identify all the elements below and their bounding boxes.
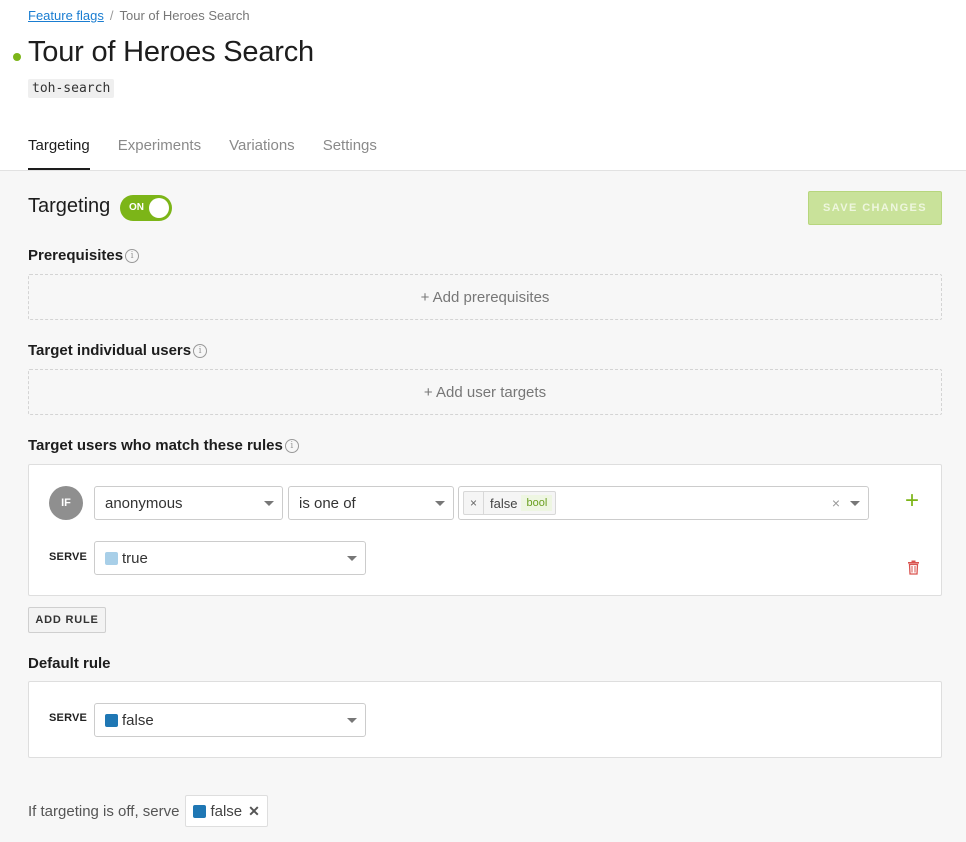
off-variation-text: If targeting is off, serve <box>28 802 180 820</box>
attribute-value: anonymous <box>105 494 183 512</box>
serve-label: SERVE <box>49 712 88 724</box>
tab-settings[interactable]: Settings <box>323 137 377 170</box>
chevron-down-icon <box>347 556 357 561</box>
delete-rule-icon[interactable] <box>907 560 920 580</box>
targeting-panel: Targeting ON SAVE CHANGES Prerequisites … <box>0 171 966 842</box>
flag-key: toh-search <box>28 79 115 98</box>
toggle-knob <box>149 198 169 218</box>
breadcrumb-current: Tour of Heroes Search <box>119 8 250 23</box>
variation-swatch <box>193 804 207 818</box>
prerequisites-heading: Prerequisites i <box>28 247 140 264</box>
breadcrumb-feature-flags-link[interactable]: Feature flags <box>28 8 104 23</box>
rule-serve-select[interactable]: true <box>94 541 366 575</box>
breadcrumb: Feature flags / Tour of Heroes Search <box>28 8 250 23</box>
toggle-state-label: ON <box>129 202 144 213</box>
tab-bar: Targeting Experiments Variations Setting… <box>28 137 377 170</box>
off-variation-row: If targeting is off, serve false ✕ <box>28 795 268 827</box>
add-prerequisites-button[interactable]: + Add prerequisites <box>28 274 942 320</box>
info-icon[interactable]: i <box>284 438 299 453</box>
targeting-heading: Targeting <box>28 195 111 217</box>
add-user-targets-button[interactable]: + Add user targets <box>28 369 942 415</box>
chevron-down-icon <box>850 501 860 506</box>
chevron-down-icon <box>347 718 357 723</box>
operator-value: is one of <box>299 494 356 512</box>
chevron-down-icon <box>264 501 274 506</box>
value-type-badge: bool <box>521 495 553 511</box>
chevron-down-icon <box>435 501 445 506</box>
rules-title: Target users who match these rules <box>28 437 283 454</box>
page-header: Feature flags / Tour of Heroes Search Tour… <box>0 0 966 171</box>
add-rule-button[interactable]: ADD RULE <box>28 607 106 633</box>
if-badge: IF <box>49 486 83 520</box>
remove-value-icon[interactable]: × <box>464 492 485 514</box>
targeting-rule: IF anonymous is one of × false bool × + … <box>28 464 942 596</box>
default-serve-select[interactable]: false <box>94 703 366 737</box>
operator-select[interactable]: is one of <box>288 486 454 520</box>
rules-heading: Target users who match these rules i <box>28 437 299 454</box>
info-icon[interactable]: i <box>125 248 140 263</box>
attribute-select[interactable]: anonymous <box>94 486 283 520</box>
default-serve-value: false <box>122 711 154 729</box>
page-title: Tour of Heroes Search <box>28 36 314 68</box>
breadcrumb-separator: / <box>109 8 114 23</box>
value-chip: × false bool <box>463 491 557 515</box>
variation-swatch <box>105 713 118 727</box>
flag-status-dot <box>13 53 21 61</box>
add-clause-icon[interactable]: + <box>905 489 919 513</box>
individual-targets-title: Target individual users <box>28 342 192 359</box>
tab-variations[interactable]: Variations <box>229 137 295 170</box>
save-changes-button[interactable]: SAVE CHANGES <box>808 191 942 225</box>
targeting-toggle[interactable]: ON <box>120 195 172 221</box>
default-rule-heading: Default rule <box>28 655 111 672</box>
close-icon[interactable]: ✕ <box>248 803 260 820</box>
off-variation-select[interactable]: false ✕ <box>185 795 268 827</box>
tab-targeting[interactable]: Targeting <box>28 137 90 170</box>
individual-targets-heading: Target individual users i <box>28 342 208 359</box>
info-icon[interactable]: i <box>193 343 208 358</box>
rule-serve-value: true <box>122 549 148 567</box>
serve-label: SERVE <box>49 551 88 563</box>
clear-values-icon[interactable]: × <box>832 495 840 511</box>
prerequisites-title: Prerequisites <box>28 247 124 264</box>
tab-experiments[interactable]: Experiments <box>118 137 201 170</box>
value-chip-label: false <box>490 495 518 511</box>
default-rule: SERVE false <box>28 681 942 758</box>
values-multiselect[interactable]: × false bool × <box>458 486 869 520</box>
off-variation-value: false <box>210 802 243 820</box>
variation-swatch <box>105 551 118 565</box>
